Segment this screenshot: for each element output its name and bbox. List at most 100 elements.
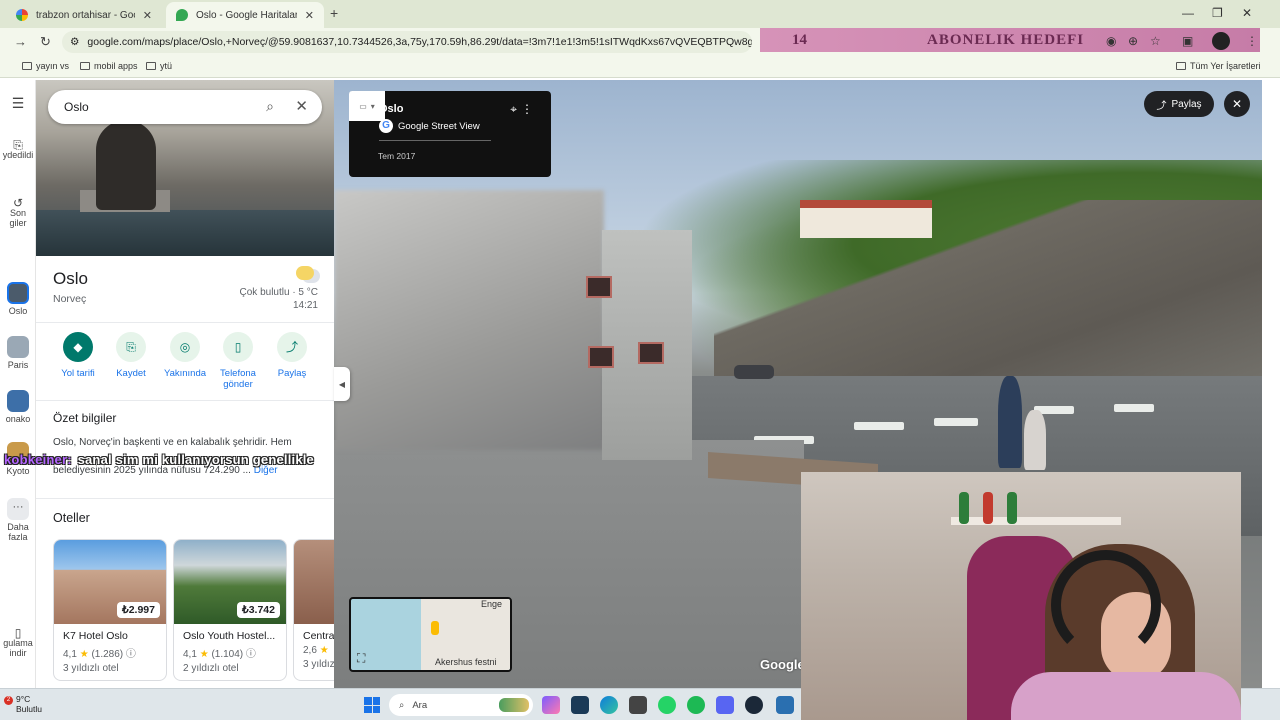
tab-close-icon[interactable]: ✕ (143, 9, 152, 22)
hotel-card[interactable]: ₺3.742 Oslo Youth Hostel... 4,1 ★ (1.104… (173, 539, 287, 681)
steam-icon[interactable] (745, 696, 763, 714)
zoom-icon[interactable]: ⊕ (1128, 34, 1138, 48)
share-button[interactable]: ⤴ Paylaş (265, 332, 319, 379)
rail-recent[interactable]: ↺ Son giler (0, 196, 36, 228)
tab-google-search[interactable]: trabzon ortahisar - Google'da A ✕ (6, 2, 162, 28)
bookmark-folder[interactable]: mobil apps (80, 61, 138, 71)
collapse-panel-button[interactable]: ◀ (334, 367, 350, 401)
rail-saved[interactable]: ⎘ ydedildi (0, 138, 36, 160)
divider (36, 498, 334, 499)
action-label: Yakınında (163, 368, 207, 379)
rail-monaco[interactable]: onako (0, 390, 36, 424)
webcam-shelf (951, 517, 1121, 525)
store-icon[interactable] (629, 696, 647, 714)
folder-icon (22, 62, 32, 70)
place-hero-photo[interactable]: Oslo ⌕ ✕ (36, 80, 334, 256)
hotel-class: 3 yıldız (303, 659, 334, 670)
pin-icon[interactable]: ⌖ (510, 102, 517, 117)
sv-capture-date[interactable]: Tem 2017 (378, 151, 415, 161)
rail-more[interactable]: ··· Daha fazla (0, 498, 36, 542)
google-watermark: Google (760, 657, 805, 672)
extensions-puzzle-icon[interactable]: ▣ (1182, 34, 1193, 48)
taskbar-search[interactable]: ⌕ Ara (389, 694, 533, 716)
tab-title: trabzon ortahisar - Google'da A (36, 9, 135, 21)
whatsapp-icon[interactable] (658, 696, 676, 714)
close-icon[interactable]: ✕ (295, 97, 308, 115)
hotel-card[interactable]: Centra 2,6 ★ 3 yıldız (293, 539, 334, 681)
sv-blurred-building (334, 190, 604, 450)
webcam-shirt (1011, 672, 1241, 720)
reload-icon[interactable]: ↻ (40, 34, 51, 50)
bookmark-label: Tüm Yer İşaretleri (1190, 61, 1261, 71)
profile-avatar[interactable] (1212, 32, 1230, 50)
expand-icon[interactable]: ⛶ (357, 651, 365, 666)
action-label: Kaydet (116, 368, 146, 379)
sv-window (588, 346, 614, 368)
edge-icon[interactable] (600, 696, 618, 714)
more-vert-icon[interactable]: ⋮ (521, 102, 533, 116)
minimize-icon[interactable]: — (1182, 6, 1194, 20)
address-bar[interactable]: ⚙ google.com/maps/place/Oslo,+Norveç/@59… (62, 31, 752, 53)
tab-close-icon[interactable]: ✕ (305, 9, 314, 22)
site-info-icon[interactable]: ⚙ (70, 36, 79, 48)
rail-label: onako (5, 414, 31, 424)
rail-app-download[interactable]: ▯ gulama indir (0, 626, 36, 658)
copilot-icon[interactable] (542, 696, 560, 714)
monaco-thumbnail (7, 390, 29, 412)
rail-label: Son giler (9, 208, 27, 228)
browser-menu-icon[interactable]: ⋮ (1246, 34, 1258, 48)
rating-value: 4,1 (183, 649, 197, 660)
hotels-heading: Oteller (53, 511, 90, 525)
history-icon: ↺ (12, 196, 24, 210)
chat-nick: kobkeiner: (4, 452, 72, 467)
bookmark-folder[interactable]: ytü (146, 61, 172, 71)
rail-oslo[interactable]: Oslo (0, 282, 36, 316)
info-icon[interactable]: ⓘ (246, 649, 256, 660)
layers-icon: ▭ (359, 101, 367, 111)
sv-share-button[interactable]: ⤴ Paylaş (1144, 91, 1214, 117)
star-icon[interactable]: ☆ (1150, 34, 1161, 48)
search-input[interactable]: Oslo ⌕ ✕ (48, 90, 322, 124)
spotify-icon[interactable] (687, 696, 705, 714)
phone-icon: ▯ (14, 626, 22, 640)
hotel-photo (294, 540, 334, 624)
webcam-toy-car (959, 492, 969, 524)
divider (379, 140, 491, 141)
nearby-button[interactable]: ◎ Yakınında (158, 332, 212, 379)
tab-google-maps[interactable]: Oslo - Google Haritalar ✕ (166, 2, 324, 28)
info-icon[interactable]: ⓘ (126, 649, 136, 660)
sv-pedestrian (1024, 410, 1046, 470)
menu-icon[interactable]: ☰ (0, 96, 36, 110)
send-to-phone-button[interactable]: ▯ Telefona gönder (211, 332, 265, 390)
partly-cloudy-icon (296, 266, 314, 280)
paris-thumbnail (7, 336, 29, 358)
settings-icon[interactable] (776, 696, 794, 714)
hotel-photo: ₺3.742 (174, 540, 286, 624)
search-icon: ⌕ (399, 699, 405, 711)
rail-paris[interactable]: Paris (0, 336, 36, 370)
directions-button[interactable]: ◆ Yol tarifi (51, 332, 105, 379)
taskbar-weather[interactable]: 2 9°C Bulutlu (4, 694, 42, 714)
street-view-info-card: ▭ ▾ Oslo G Google Street View Tem 2017 ⌖ ⋮ (349, 91, 551, 177)
teams-icon[interactable] (716, 696, 734, 714)
extension-icon[interactable]: ◉ (1106, 34, 1116, 48)
street-view-minimap[interactable]: Enge Akershus festni ⛶ (349, 597, 512, 672)
start-button[interactable] (364, 697, 380, 713)
chevron-left-icon: ◀ (338, 379, 346, 389)
bookmark-folder[interactable]: yayın vs (22, 61, 69, 71)
hotel-name: Centra (303, 630, 334, 642)
sv-crosswalk (934, 418, 978, 426)
window-close-icon[interactable]: ✕ (1242, 6, 1252, 20)
search-icon[interactable]: ⌕ (266, 98, 274, 115)
hotel-class: 2 yıldızlı otel (183, 663, 239, 674)
all-bookmarks[interactable]: Tüm Yer İşaretleri (1176, 61, 1261, 71)
save-button[interactable]: ⎘ Kaydet (104, 332, 158, 379)
nearby-icon: ◎ (170, 332, 200, 362)
forward-icon[interactable]: → (14, 34, 27, 49)
task-view-icon[interactable] (571, 696, 589, 714)
maximize-icon[interactable]: ❐ (1212, 6, 1223, 20)
sv-close-button[interactable]: ✕ (1224, 91, 1250, 117)
new-tab-icon[interactable]: + (330, 5, 338, 21)
hotel-card[interactable]: ₺2.997 K7 Hotel Oslo 4,1 ★ (1.286) ⓘ 3 y… (53, 539, 167, 681)
bookmark-icon: ⎘ (13, 138, 23, 152)
